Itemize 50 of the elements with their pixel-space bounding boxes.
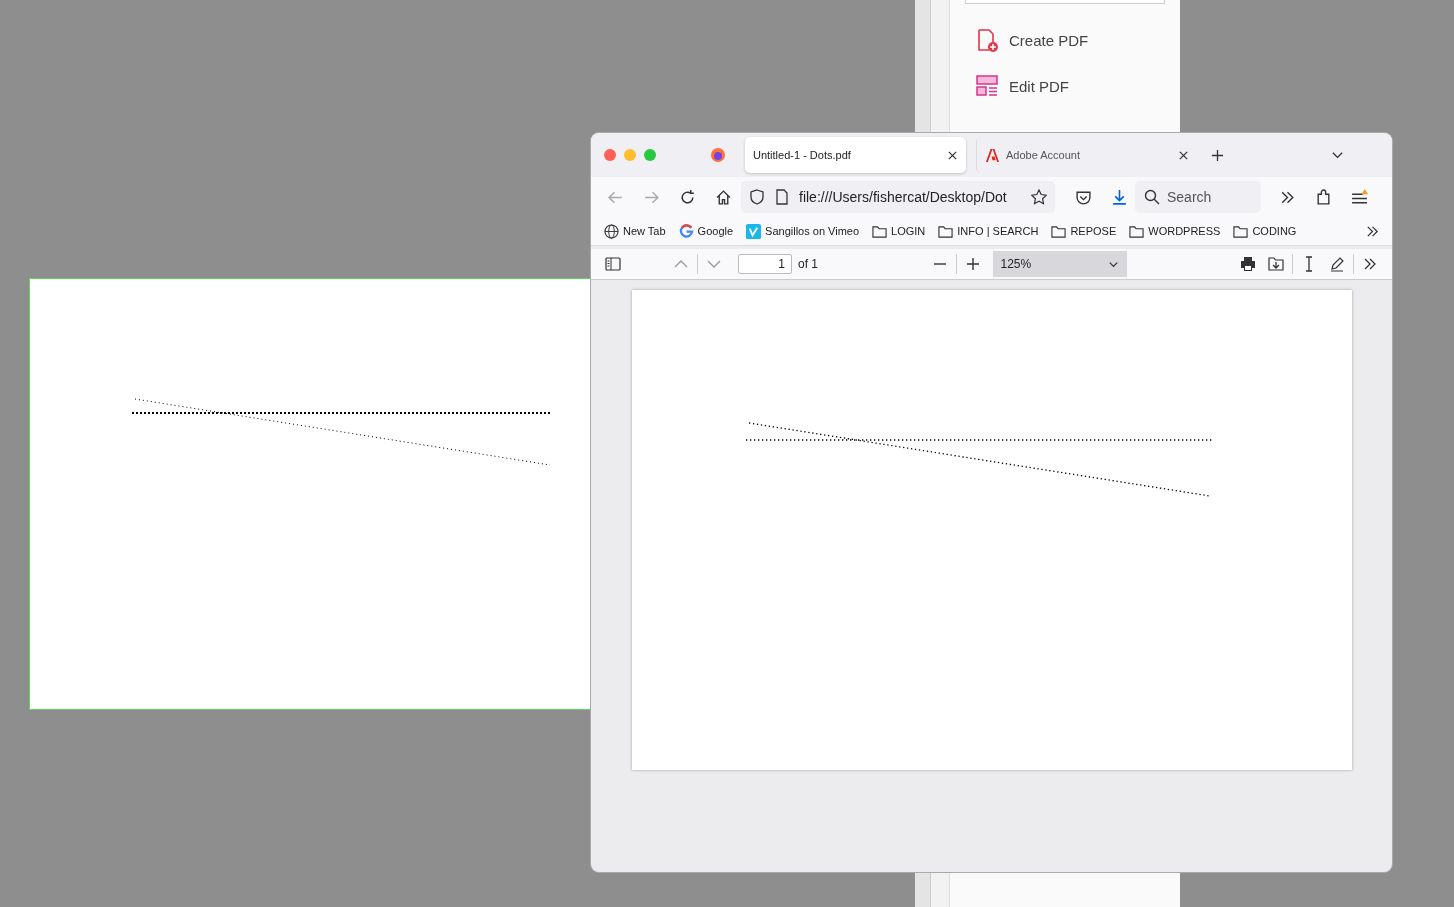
bookmark[interactable]: New Tab [604,223,666,239]
page-number-field[interactable]: 1 [738,254,792,274]
bookmark[interactable]: INFO | SEARCH [938,223,1039,239]
bookmark[interactable]: LOGIN [872,223,926,239]
star-icon[interactable] [1031,189,1047,205]
reload-icon[interactable] [679,188,696,206]
browser-tab[interactable]: Adobe Account [976,137,1197,173]
sidebar-toggle-icon[interactable] [605,256,621,272]
input-field[interactable] [965,0,1165,4]
bookmark[interactable]: CODING [1233,223,1297,239]
layout-icon [975,74,999,98]
bookmark[interactable]: REPOSE [1051,223,1117,239]
folder-icon [1051,223,1067,239]
adobe-logo-icon [985,147,1000,163]
puzzle-icon[interactable] [1315,188,1332,206]
new-tab-icon[interactable] [1211,148,1224,162]
browser-logo-icon[interactable] [710,147,726,163]
folder-icon [872,223,888,239]
zoom-dropdown[interactable]: 125% [992,251,1127,277]
search-field[interactable]: Search [1135,181,1261,213]
pocket-icon[interactable] [1075,188,1092,206]
bookmark[interactable]: Google [678,223,734,239]
close-button[interactable] [604,149,616,161]
google-logo-icon [678,223,694,239]
bookmark[interactable]: Sangillos on Vimeo [746,223,860,239]
home-icon[interactable] [715,188,732,206]
page-icon [774,189,790,205]
globe-icon [604,223,619,239]
print-icon[interactable] [1240,256,1256,272]
vimeo-logo-icon [746,223,762,239]
download-icon[interactable] [1111,188,1128,206]
double-chevron-icon[interactable] [1362,256,1378,272]
search-icon [1144,189,1160,205]
zoom-in-icon[interactable] [964,256,981,272]
bookmark[interactable]: WORDPRESS [1129,223,1221,239]
menu-icon[interactable] [1351,188,1368,206]
address-bar[interactable]: file:///Users/fishercat/Desktop/Dot [741,181,1055,213]
close-icon[interactable] [947,149,958,161]
tool-item[interactable]: Create PDF [965,17,1165,63]
page-count: of 1 [798,257,818,271]
close-icon[interactable] [1178,149,1189,161]
folder-icon [1233,223,1249,239]
browser-tab[interactable]: Untitled-1 - Dots.pdf [745,137,966,173]
pencil-icon[interactable] [1329,256,1345,272]
shield-icon[interactable] [749,189,765,205]
pdf-add-icon [975,28,999,52]
folder-icon [938,223,954,239]
folder-icon [1129,223,1145,239]
tool-item[interactable]: Edit PDF [965,63,1165,109]
save-icon[interactable] [1268,256,1284,272]
